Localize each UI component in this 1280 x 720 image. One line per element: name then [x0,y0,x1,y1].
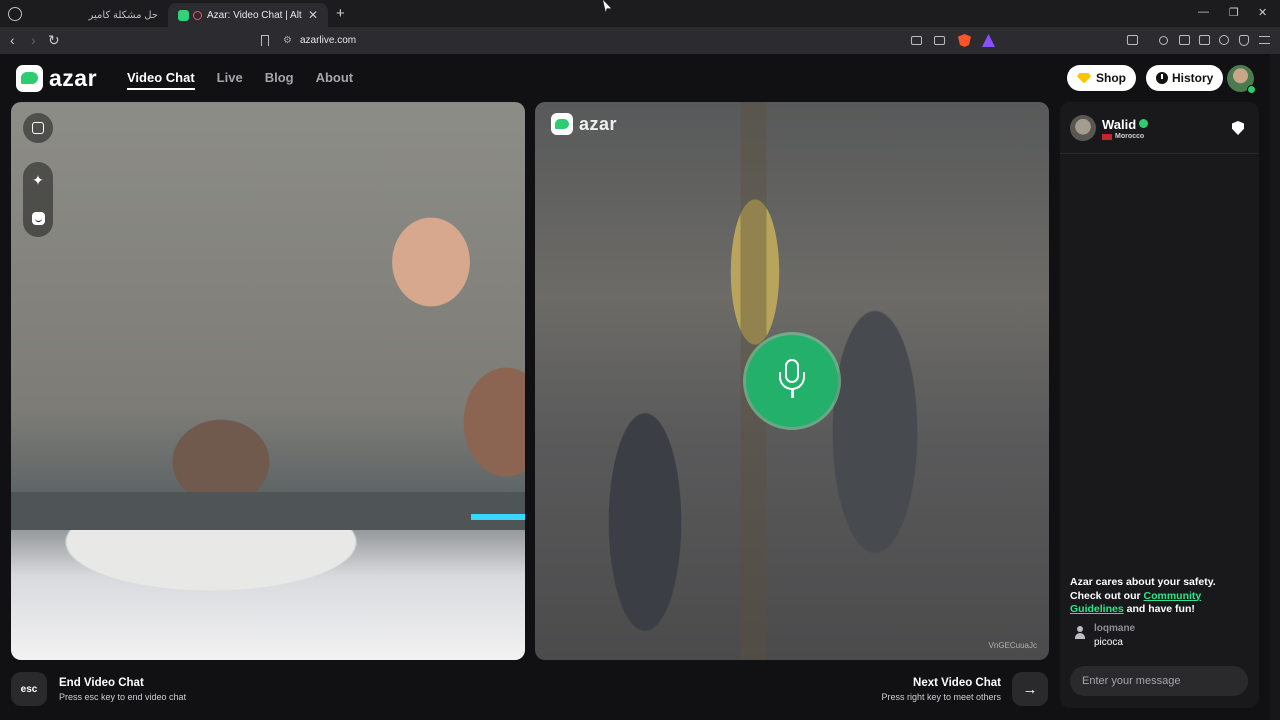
url-field[interactable]: ⚙ azarlive.com [255,31,1000,50]
arrow-right-icon: → [1022,680,1038,698]
app-header: azar Video Chat Live Blog About Shop His… [0,54,1270,102]
reload-button[interactable]: ↻ [48,32,60,49]
peer-video: azar VnGECuuaJc [535,102,1049,660]
video-tool-group-effects: ✦ [23,162,53,237]
tab-title: Azar: Video Chat | Alternative [207,9,302,21]
smiley-icon [31,211,45,225]
browser-menu-icon[interactable] [8,7,22,21]
hamburger-menu-icon[interactable] [1259,36,1270,44]
morocco-flag-icon [1102,133,1112,140]
shop-label: Shop [1096,71,1126,85]
tab-azar-video-chat[interactable]: Azar: Video Chat | Alternative ✕ [168,3,328,27]
tab-title: حل مشكلة كاميرا Azar [88,9,158,21]
self-video: ✦ [11,102,525,660]
vpn-icon[interactable] [1239,35,1249,46]
end-chat-button[interactable]: esc [11,672,47,706]
azar-logo-icon [16,65,43,92]
wallet-icon[interactable] [1127,35,1138,45]
browser-tabbar: حل مشكلة كاميرا Azar Azar: Video Chat | … [0,0,1280,27]
microphone-icon-stand [779,372,805,390]
close-tab-icon[interactable]: ✕ [308,8,318,22]
azar-watermark: azar [551,113,617,135]
expand-icon [32,122,44,134]
back-button[interactable]: ‹ [10,32,15,48]
azar-favicon-icon [178,9,189,21]
expand-video-button[interactable] [23,113,53,143]
azar-logo-icon [551,113,573,135]
effects-button[interactable]: ✦ [23,166,53,196]
url-text: azarlive.com [299,35,357,46]
music-icon[interactable] [1159,36,1168,45]
recording-indicator-icon [193,10,202,20]
browser-address-bar: ‹ › ↻ ⚙ azarlive.com [0,27,1280,54]
online-badge-icon [1247,85,1256,94]
restore-window-button[interactable]: ❐ [1229,6,1239,19]
minimize-window-button[interactable]: — [1198,6,1209,18]
peer-country: Morocco [1115,133,1145,140]
clock-icon [1156,72,1168,84]
safety-text-end: and have fun! [1123,603,1195,615]
nav-blog[interactable]: Blog [265,70,294,90]
leo-ai-icon[interactable] [1219,35,1229,45]
report-shield-icon[interactable] [1232,121,1244,135]
peer-country-row: Morocco [1102,133,1144,140]
video-scene-desk [11,492,525,530]
message-text: picoca [1094,637,1123,648]
sidebar-icon[interactable] [1179,35,1190,45]
sparkle-icon: ✦ [32,172,44,189]
wallet-panel-icon[interactable] [1199,35,1210,45]
nav-live[interactable]: Live [217,70,243,90]
brave-shields-icon[interactable] [958,34,971,47]
history-button[interactable]: History [1146,65,1224,91]
cast-icon[interactable] [911,36,922,45]
next-chat-title: Next Video Chat [913,677,1001,689]
chat-header: Walid Morocco [1060,102,1259,154]
main-nav: Video Chat Live Blog About [127,70,353,90]
microphone-icon-stem [791,390,794,398]
site-settings-icon[interactable]: ⚙ [283,35,292,46]
watermark-text: azar [579,113,618,134]
user-icon [1074,626,1086,640]
nav-about[interactable]: About [316,70,354,90]
nav-video-chat[interactable]: Video Chat [127,70,195,90]
message-input[interactable] [1070,666,1248,696]
safety-notice: Azar cares about your safety. Check out … [1070,576,1250,617]
chat-panel: Walid Morocco Azar cares about your safe… [1060,102,1259,708]
next-chat-button[interactable]: → [1012,672,1048,706]
close-window-button[interactable]: ✕ [1258,6,1267,19]
peer-name-row: Walid [1102,117,1149,132]
page-scrollbar[interactable] [1270,54,1280,720]
logo-text: azar [49,65,98,91]
next-chat-hint: Press right key to meet others [881,692,1001,702]
video-scene-light [471,514,525,520]
shop-button[interactable]: Shop [1067,65,1136,91]
end-chat-hint: Press esc key to end video chat [59,692,187,702]
user-avatar[interactable] [1227,65,1256,94]
forward-button[interactable]: › [31,32,36,48]
share-icon[interactable] [934,36,945,45]
video-tool-group-top [23,113,53,143]
verified-icon [1139,119,1149,128]
peer-name: Walid [1102,117,1137,132]
tab-azar-camera-fix[interactable]: حل مشكلة كاميرا Azar [78,3,168,27]
microphone-button[interactable] [746,335,838,427]
video-session-id: VnGECuuaJc [988,641,1037,650]
azar-logo[interactable]: azar [16,65,97,92]
message-username: loqmane [1094,623,1136,634]
peer-avatar[interactable] [1070,115,1096,141]
end-chat-title: End Video Chat [59,677,144,689]
gem-icon [1077,72,1091,84]
history-label: History [1172,71,1214,85]
face-filter-button[interactable] [23,203,53,233]
new-tab-button[interactable]: + [336,5,345,22]
bookmark-icon[interactable] [261,35,269,46]
